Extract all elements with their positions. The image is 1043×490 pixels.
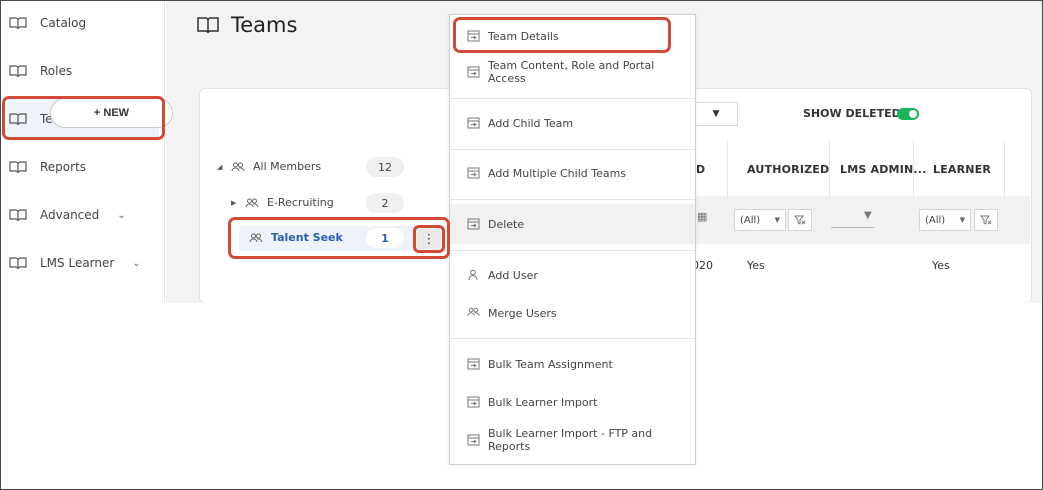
sidebar-item-label: Roles [40, 64, 73, 78]
column-divider [1004, 141, 1005, 196]
learner-filter-select[interactable]: (All) ▼ [919, 209, 971, 231]
tree-node-label: E-Recruiting [267, 196, 334, 209]
filter-clear-icon [794, 215, 806, 225]
dropdown-arrow-icon: ▼ [959, 216, 965, 224]
group-icon [231, 162, 245, 172]
tree-node-label: All Members [253, 160, 322, 173]
column-divider [727, 141, 728, 196]
sidebar-item-roles[interactable]: Roles [7, 51, 159, 91]
tree-node-e-recruiting[interactable]: ▶ E-Recruiting [231, 196, 334, 209]
chevron-down-icon[interactable]: ⌄ [132, 258, 140, 269]
menu-item-label: Add Multiple Child Teams [488, 166, 627, 180]
highlight-teams [2, 96, 165, 140]
select-value: (All) [740, 214, 761, 226]
page-title: Teams [197, 13, 297, 37]
sidebar-item-label: Reports [40, 160, 87, 174]
book-icon [9, 256, 27, 270]
menu-item-label: Add User [488, 268, 538, 282]
highlight-kebab [413, 225, 445, 253]
book-icon [9, 64, 27, 78]
authorized-filter-select[interactable]: (All) ▼ [734, 209, 786, 231]
view-dropdown-arrow-icon[interactable]: ▼ [695, 102, 738, 126]
menu-item-add-user[interactable]: Add User [450, 262, 695, 288]
link-box-icon [467, 167, 480, 179]
sidebar-item-label: Catalog [40, 16, 87, 30]
menu-item-label: Merge Users [488, 306, 557, 320]
table-cell-authorized: Yes [747, 259, 765, 272]
chevron-down-icon[interactable]: ⌄ [117, 210, 125, 221]
users-icon [467, 307, 480, 319]
link-box-icon [467, 396, 480, 408]
clear-filter-button[interactable] [788, 209, 812, 231]
show-deleted-label: SHOW DELETED: [803, 107, 906, 120]
menu-item-bulk-learner-import-ftp[interactable]: Bulk Learner Import - FTP and Reports [450, 427, 695, 453]
link-box-icon [467, 358, 480, 370]
menu-item-label: Team Content, Role and Portal Access [488, 59, 655, 85]
book-icon [197, 16, 219, 34]
menu-divider [450, 98, 695, 99]
menu-item-delete[interactable]: Delete [450, 204, 695, 244]
calendar-icon[interactable]: ▦ [697, 210, 707, 223]
menu-item-add-child-team[interactable]: Add Child Team [450, 110, 695, 136]
sidebar-item-catalog[interactable]: Catalog [7, 3, 159, 43]
menu-divider [450, 149, 695, 150]
member-count-badge: 12 [366, 157, 404, 177]
sidebar-item-advanced[interactable]: Advanced ⌄ [7, 195, 159, 235]
menu-item-label: Bulk Team Assignment [488, 357, 613, 371]
select-value: (All) [925, 214, 946, 226]
show-deleted-toggle[interactable] [897, 108, 919, 120]
collapse-caret-icon[interactable]: ◢ [217, 163, 231, 171]
menu-divider [450, 338, 695, 339]
context-menu: Team Details Team Content, Role and Port… [449, 14, 696, 465]
link-box-icon [467, 66, 480, 78]
link-box-icon [467, 117, 480, 129]
table-cell-learner: Yes [932, 259, 950, 272]
filter-clear-icon [980, 215, 992, 225]
column-header-authorized[interactable]: AUTHORIZED [747, 163, 829, 176]
menu-item-label: Delete [488, 217, 525, 231]
book-icon [9, 160, 27, 174]
sidebar-item-lms-learner[interactable]: LMS Learner ⌄ [7, 243, 159, 283]
link-box-icon [467, 434, 480, 446]
menu-item-label: Add Child Team [488, 116, 574, 130]
menu-item-label: Bulk Learner Import - FTP and Reports [488, 427, 653, 453]
tree-node-all-members[interactable]: ◢ All Members [217, 160, 321, 173]
column-header-partial[interactable]: D [696, 163, 705, 176]
column-divider [913, 141, 914, 196]
book-icon [9, 208, 27, 222]
column-header-learner[interactable]: LEARNER [933, 163, 991, 176]
expand-caret-icon[interactable]: ▶ [231, 199, 245, 207]
filter-icon[interactable]: ▼ [864, 210, 872, 221]
sidebar-item-label: LMS Learner [40, 256, 115, 270]
menu-item-bulk-team-assignment[interactable]: Bulk Team Assignment [450, 351, 695, 377]
sidebar-item-label: Advanced [40, 208, 100, 222]
menu-item-label: Bulk Learner Import [488, 395, 598, 409]
menu-item-team-content-access[interactable]: Team Content, Role and Portal Access [450, 59, 695, 85]
sidebar-item-reports[interactable]: Reports [7, 147, 159, 187]
user-icon [467, 269, 480, 281]
clear-filter-button[interactable] [974, 209, 998, 231]
menu-item-add-multiple-child-teams[interactable]: Add Multiple Child Teams [450, 160, 695, 186]
book-icon [9, 16, 27, 30]
link-box-icon [467, 218, 480, 230]
member-count-badge: 2 [366, 193, 404, 213]
menu-item-merge-users[interactable]: Merge Users [450, 300, 695, 326]
group-icon [245, 198, 259, 208]
lms-admin-filter-input[interactable] [831, 227, 874, 228]
highlight-team-details [453, 17, 671, 53]
page-title-text: Teams [231, 13, 298, 37]
dropdown-arrow-icon: ▼ [774, 216, 780, 224]
column-divider [829, 141, 830, 196]
menu-divider [450, 199, 695, 200]
sidebar: Catalog Roles Teams Reports Advanced ⌄ L… [1, 1, 165, 303]
menu-divider [450, 250, 695, 251]
menu-item-bulk-learner-import[interactable]: Bulk Learner Import [450, 389, 695, 415]
